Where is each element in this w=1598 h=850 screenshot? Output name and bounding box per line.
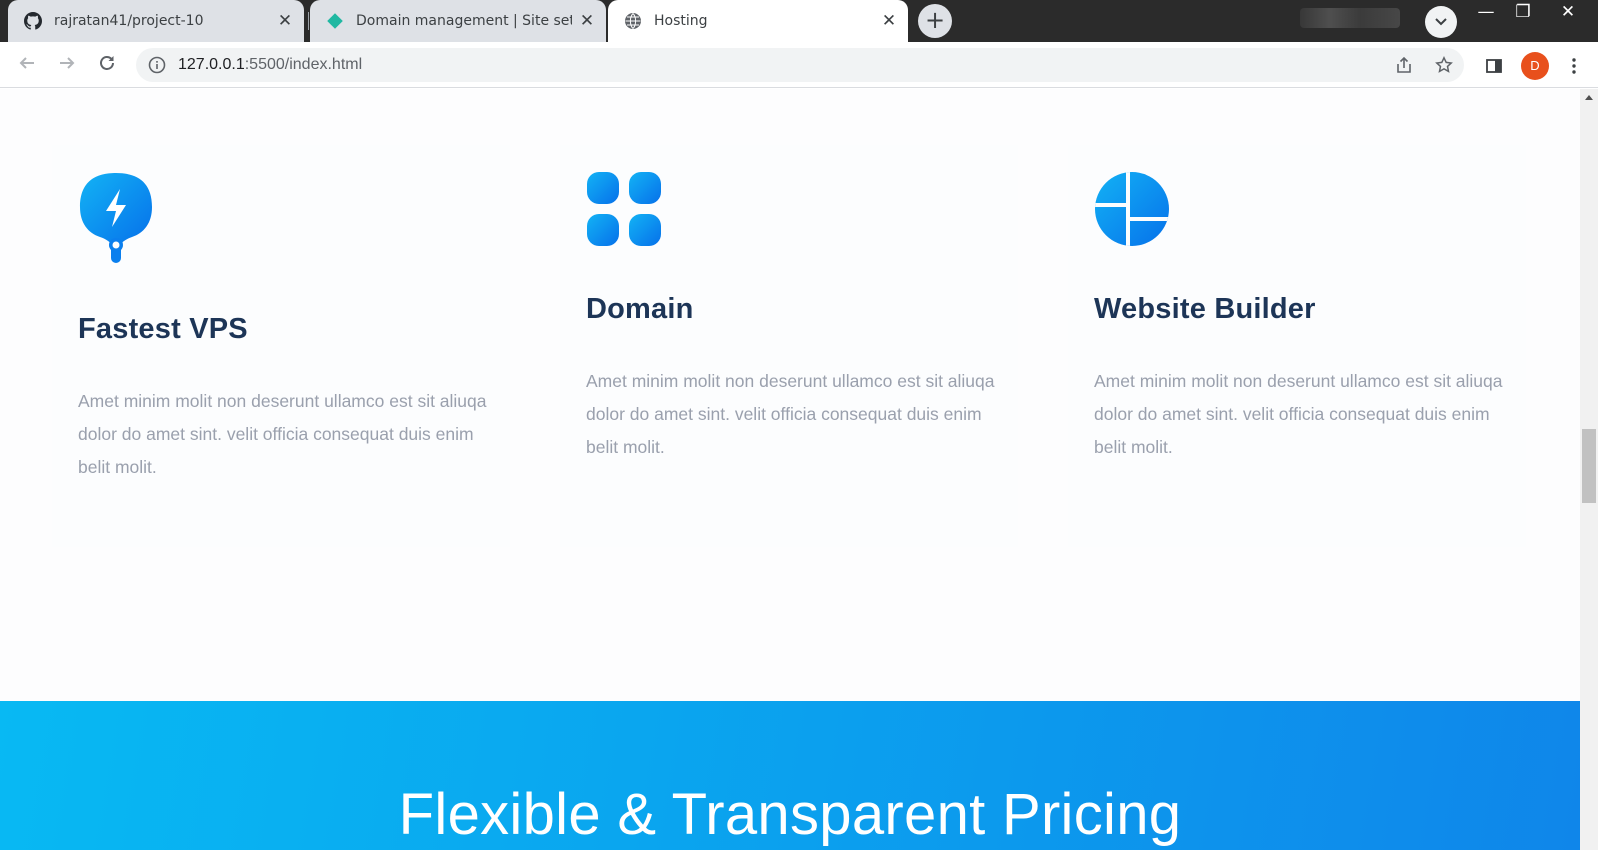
tab-strip: rajratan41/project-10 ✕ Domain managemen…	[0, 0, 1598, 42]
new-tab-button[interactable]: +	[918, 4, 952, 38]
feature-card-domain: Domain Amet minim molit non deserunt ull…	[560, 145, 1018, 547]
feature-description: Amet minim molit non deserunt ullamco es…	[1094, 371, 1503, 457]
globe-icon	[624, 12, 642, 30]
address-bar[interactable]: 127.0.0.1:5500/index.html	[136, 48, 1464, 82]
chevron-down-icon	[1435, 14, 1447, 29]
pie-layout-icon	[1094, 171, 1170, 251]
feature-title: Fastest VPS	[78, 313, 248, 345]
page-viewport: Fastest VPS Amet minim molit non deserun…	[0, 89, 1580, 850]
tab-domain-management[interactable]: Domain management | Site settin ✕	[310, 0, 606, 42]
url-text[interactable]: 127.0.0.1:5500/index.html	[178, 56, 362, 74]
tab-hosting[interactable]: Hosting ✕	[608, 0, 908, 42]
info-icon[interactable]	[148, 56, 166, 74]
side-panel-icon[interactable]	[1484, 56, 1504, 76]
feature-card-website-builder: Website Builder Amet minim molit non des…	[1068, 145, 1526, 547]
arrow-right-icon	[58, 54, 76, 76]
pricing-section: Flexible & Transparent Pricing	[0, 701, 1580, 850]
feature-description: Amet minim molit non deserunt ullamco es…	[586, 371, 995, 457]
forward-button[interactable]	[51, 49, 83, 81]
tab-close-icon[interactable]: ✕	[880, 12, 898, 30]
feature-title: Website Builder	[1094, 293, 1316, 325]
url-host: 127.0.0.1	[178, 56, 245, 73]
scroll-up-arrow-icon[interactable]	[1585, 95, 1593, 100]
blurred-extension-area	[1300, 8, 1400, 28]
feature-title: Domain	[586, 293, 694, 325]
kebab-menu-icon[interactable]	[1564, 56, 1584, 76]
tab-separator	[308, 12, 309, 30]
vertical-scrollbar[interactable]	[1580, 89, 1598, 850]
feature-description: Amet minim molit non deserunt ullamco es…	[78, 391, 487, 477]
reload-button[interactable]	[91, 49, 123, 81]
tab-close-icon[interactable]: ✕	[276, 12, 294, 30]
restore-button[interactable]: ❐	[1503, 0, 1543, 26]
tab-title: Hosting	[654, 13, 708, 29]
tab-title: rajratan41/project-10	[54, 13, 204, 29]
tab-close-icon[interactable]: ✕	[578, 12, 596, 30]
scrollbar-thumb[interactable]	[1582, 429, 1596, 503]
browser-toolbar: 127.0.0.1:5500/index.html	[0, 42, 1598, 88]
minimize-button[interactable]: —	[1466, 0, 1506, 26]
lightning-bulb-icon	[78, 171, 154, 271]
arrow-left-icon	[18, 54, 36, 76]
pricing-heading: Flexible & Transparent Pricing	[398, 782, 1182, 847]
netlify-diamond-icon	[326, 12, 344, 30]
tab-title: Domain management | Site settin	[356, 13, 572, 29]
profile-avatar[interactable]: D	[1521, 52, 1549, 80]
window-close-button[interactable]: ✕	[1548, 0, 1588, 26]
share-icon[interactable]	[1394, 55, 1414, 75]
back-button[interactable]	[11, 49, 43, 81]
reload-icon	[98, 54, 116, 76]
feature-card-fastest-vps: Fastest VPS Amet minim molit non deserun…	[52, 145, 510, 547]
tab-search-button[interactable]	[1425, 6, 1457, 38]
tab-github[interactable]: rajratan41/project-10 ✕	[8, 0, 304, 42]
bookmark-star-icon[interactable]	[1434, 55, 1454, 75]
url-path: :5500/index.html	[244, 56, 363, 73]
grid-icon	[586, 171, 662, 251]
github-icon	[24, 12, 42, 30]
